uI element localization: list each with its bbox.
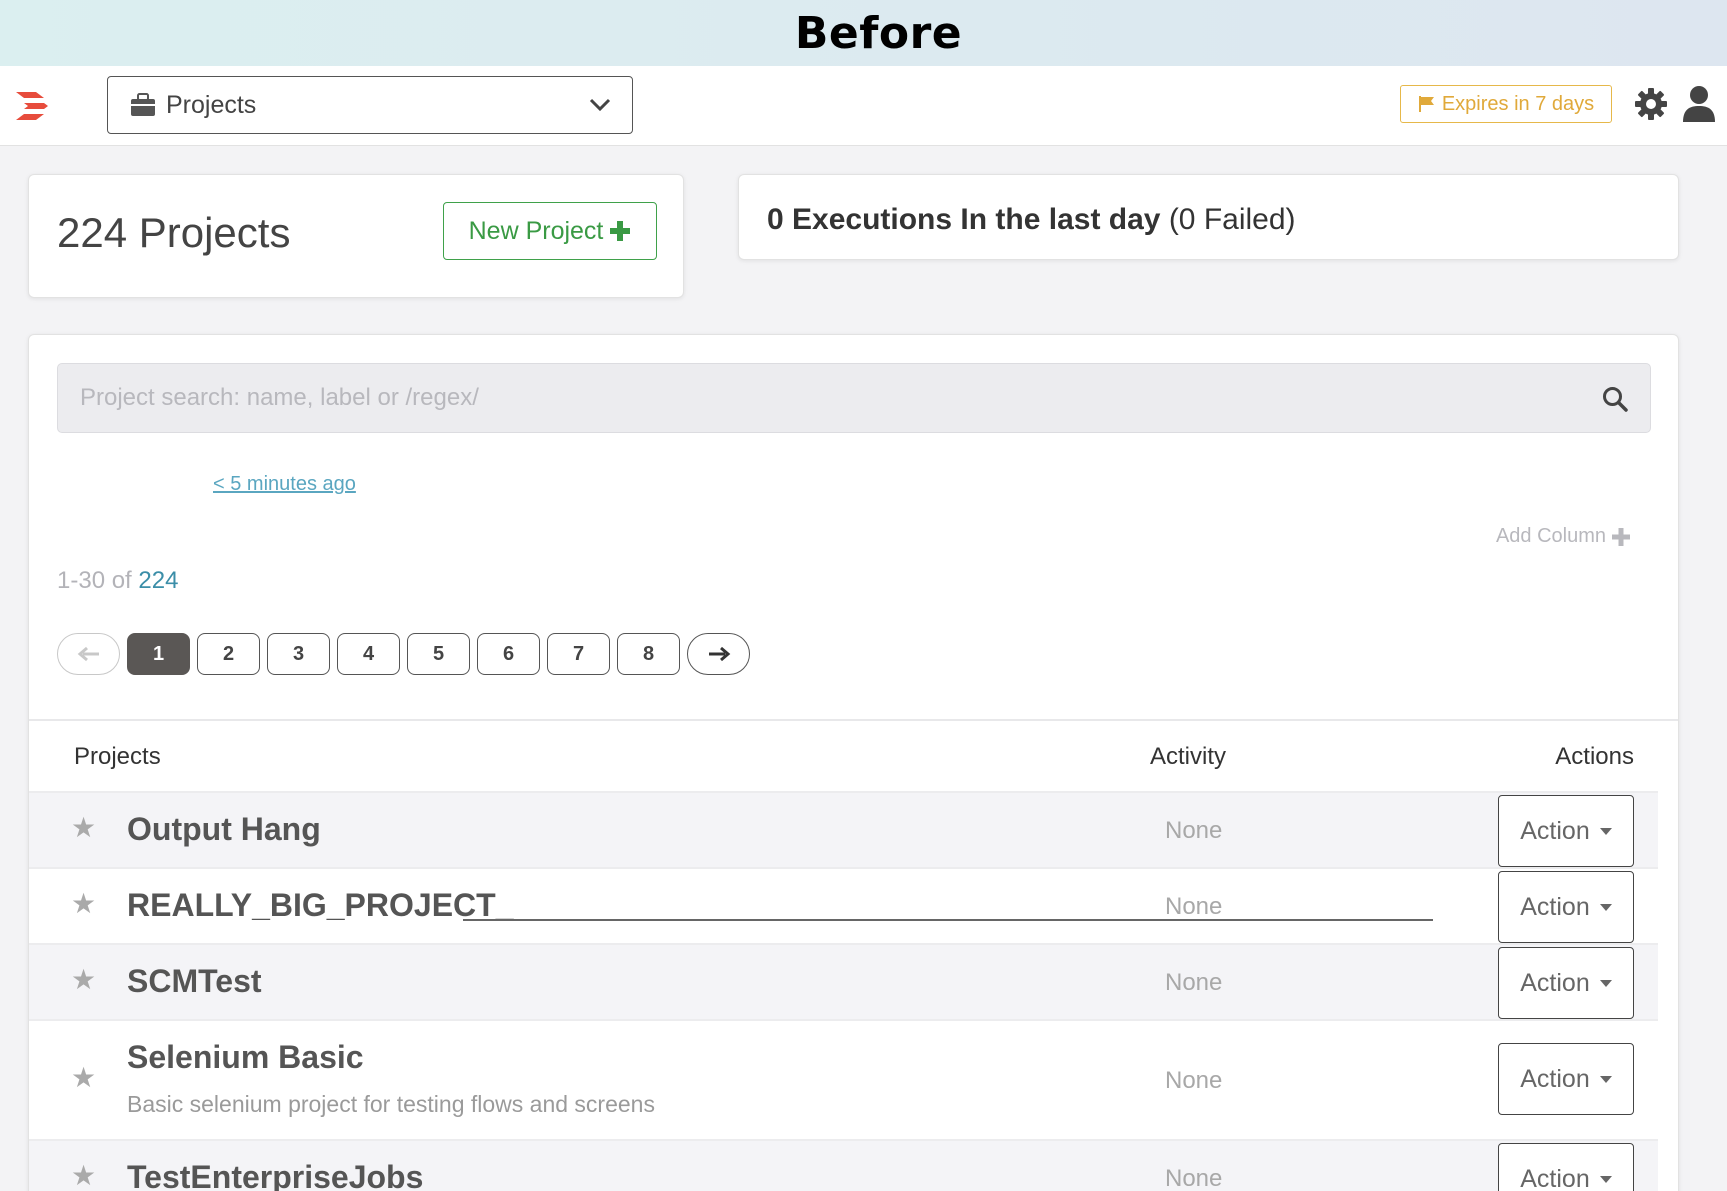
action-label: Action [1520, 1064, 1590, 1093]
page-3-button[interactable]: 3 [267, 633, 330, 675]
chevron-down-icon [589, 98, 611, 112]
new-project-button[interactable]: New Project [443, 202, 657, 260]
project-activity: None [1165, 817, 1223, 844]
table-row[interactable]: ★ REALLY_BIG_PROJECT_ None Action [29, 867, 1658, 943]
flag-icon [1418, 96, 1434, 112]
project-selector-dropdown[interactable]: Projects [107, 76, 633, 134]
projects-list-card: < 5 minutes ago Add Column 1-30 of 224 1… [28, 334, 1679, 1191]
project-search-bar[interactable] [57, 363, 1651, 433]
caret-down-icon [1599, 1075, 1612, 1083]
column-header-activity: Activity [1150, 743, 1227, 770]
star-icon[interactable]: ★ [71, 887, 96, 920]
project-name[interactable]: Output Hang [127, 811, 321, 848]
failed-count-label: (0 Failed) [1168, 203, 1296, 236]
add-column-button[interactable]: Add Column [1496, 525, 1630, 548]
page-8-button[interactable]: 8 [617, 633, 680, 675]
executions-summary[interactable]: 0 Executions In the last day (0 Failed) [767, 203, 1296, 237]
action-dropdown-button[interactable]: Action [1498, 795, 1634, 867]
project-activity: None [1165, 1165, 1223, 1191]
caret-down-icon [1599, 979, 1612, 987]
project-description: Basic selenium project for testing flows… [127, 1091, 655, 1117]
project-search-input[interactable] [80, 384, 1480, 412]
banner-title: Before [794, 7, 963, 59]
column-header-projects: Projects [74, 743, 161, 770]
app-logo-icon[interactable] [14, 88, 50, 124]
action-label: Action [1520, 968, 1590, 997]
range-total: 224 [138, 567, 179, 594]
project-count: 224 Projects [57, 209, 291, 256]
action-dropdown-button[interactable]: Action [1498, 947, 1634, 1019]
table-row[interactable]: ★ Selenium Basic Basic selenium project … [29, 1019, 1658, 1139]
project-selector-label: Projects [166, 90, 257, 119]
caret-down-icon [1599, 903, 1612, 911]
expires-badge[interactable]: Expires in 7 days [1400, 85, 1612, 123]
project-name[interactable]: SCMTest [127, 963, 262, 1000]
search-icon[interactable] [1602, 386, 1628, 412]
plus-icon [610, 221, 631, 241]
top-navbar: Projects Expires in 7 days [0, 66, 1727, 146]
page-1-button[interactable]: 1 [127, 633, 190, 675]
project-name[interactable]: Selenium Basic [127, 1039, 364, 1076]
caret-down-icon [1599, 827, 1612, 835]
arrow-right-icon [708, 646, 730, 662]
star-icon[interactable]: ★ [71, 811, 96, 844]
action-dropdown-button[interactable]: Action [1498, 1143, 1634, 1191]
action-dropdown-button[interactable]: Action [1498, 871, 1634, 943]
project-activity: None [1165, 969, 1223, 996]
range-prefix: 1-30 of [57, 567, 139, 594]
table-header: Projects Activity Actions [29, 719, 1678, 791]
add-column-label: Add Column [1495, 525, 1606, 547]
star-icon[interactable]: ★ [71, 1159, 96, 1191]
result-range: 1-30 of 224 [57, 567, 178, 595]
action-label: Action [1520, 1164, 1590, 1191]
table-row[interactable]: ★ TestEnterpriseJobs None Action [29, 1139, 1658, 1191]
project-name[interactable]: TestEnterpriseJobs [127, 1159, 423, 1191]
page-4-button[interactable]: 4 [337, 633, 400, 675]
briefcase-icon [131, 93, 155, 116]
page-6-button[interactable]: 6 [477, 633, 540, 675]
before-banner: Before [0, 0, 1727, 66]
star-icon[interactable]: ★ [71, 1061, 96, 1094]
executions-label: 0 Executions In the last day [767, 203, 1161, 236]
action-dropdown-button[interactable]: Action [1498, 1043, 1634, 1115]
pagination: 1 2 3 4 5 6 7 8 [57, 633, 750, 675]
page-7-button[interactable]: 7 [547, 633, 610, 675]
project-list: ★ Output Hang None Action ★ REALLY_BIG_P… [29, 791, 1678, 1191]
action-label: Action [1520, 816, 1590, 845]
table-row[interactable]: ★ SCMTest None Action [29, 943, 1658, 1019]
project-activity: None [1165, 893, 1223, 920]
page-5-button[interactable]: 5 [407, 633, 470, 675]
caret-down-icon [1599, 1175, 1612, 1183]
executions-summary-card: 0 Executions In the last day (0 Failed) [738, 174, 1679, 260]
expires-label: Expires in 7 days [1441, 92, 1595, 115]
user-icon[interactable] [1682, 85, 1716, 123]
project-name[interactable]: REALLY_BIG_PROJECT_ [127, 887, 513, 924]
projects-summary-card: 224 Projects New Project [28, 174, 684, 298]
next-page-button[interactable] [687, 633, 750, 675]
star-icon[interactable]: ★ [71, 963, 96, 996]
table-row[interactable]: ★ Output Hang None Action [29, 791, 1658, 867]
column-header-actions: Actions [1555, 743, 1634, 770]
page-2-button[interactable]: 2 [197, 633, 260, 675]
arrow-left-icon [77, 646, 99, 662]
new-project-label: New Project [468, 216, 604, 245]
action-label: Action [1520, 892, 1590, 921]
prev-page-button[interactable] [57, 633, 120, 675]
gear-icon[interactable] [1634, 87, 1668, 121]
recent-activity-link[interactable]: < 5 minutes ago [213, 473, 356, 496]
project-activity: None [1165, 1067, 1223, 1094]
project-name-underline [463, 919, 1433, 921]
plus-icon [1612, 527, 1630, 546]
